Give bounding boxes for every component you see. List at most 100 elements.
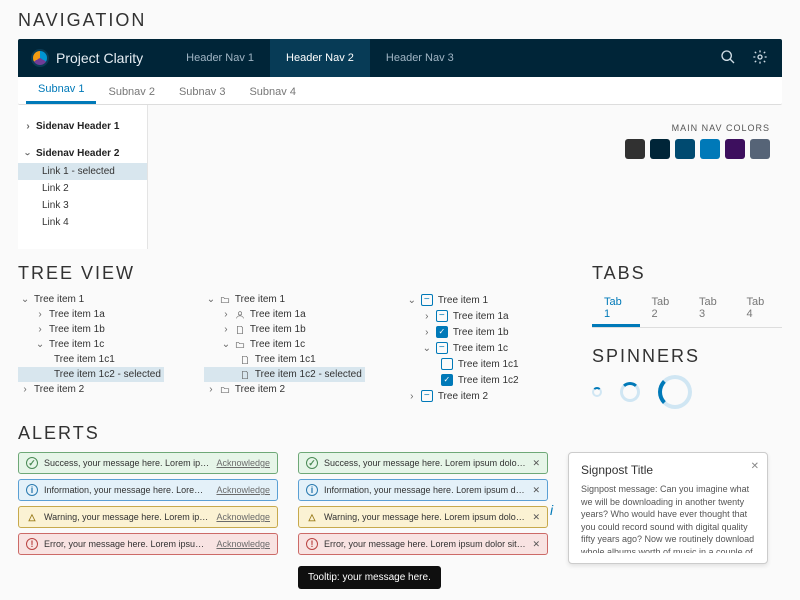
search-icon[interactable] (720, 49, 736, 68)
tree-item[interactable]: ⌄Tree item 1 (405, 292, 522, 308)
tree-item[interactable]: ⌄Tree item 1c (405, 340, 522, 356)
acknowledge-link[interactable]: Acknowledge (216, 485, 270, 495)
warning-triangle-icon: △ (306, 511, 318, 523)
tree-label: Tree item 2 (34, 384, 84, 395)
tree-label: Tree item 1b (250, 324, 306, 335)
folder-icon (220, 295, 230, 305)
alert-message: Error, your message here. Lorem ipsum do… (324, 539, 526, 549)
subnav-tab-1[interactable]: Subnav 1 (26, 77, 96, 104)
check-circle-icon: ✓ (26, 457, 38, 469)
acknowledge-link[interactable]: Acknowledge (216, 539, 270, 549)
tab-4[interactable]: Tab 4 (735, 292, 783, 327)
spinner-small (592, 387, 602, 397)
signpost-trigger-icon[interactable]: i (550, 502, 553, 518)
swatch-2[interactable] (650, 139, 670, 159)
header-tab-2[interactable]: Header Nav 2 (270, 39, 370, 77)
sidenav-link-4[interactable]: Link 4 (18, 214, 147, 231)
tree-item[interactable]: ›Tree item 1b (204, 322, 365, 337)
sidenav-link-2[interactable]: Link 2 (18, 180, 147, 197)
checkbox-indeterminate[interactable] (436, 342, 448, 354)
signpost-title: Signpost Title (581, 463, 755, 477)
checkbox-indeterminate[interactable] (436, 310, 448, 322)
tree-label: Tree item 1c1 (458, 359, 519, 370)
acknowledge-link[interactable]: Acknowledge (216, 512, 270, 522)
tree-label: Tree item 2 (438, 391, 488, 402)
tree-item[interactable]: Tree item 1c2 (405, 372, 522, 388)
sidenav-link-1[interactable]: Link 1 - selected (18, 163, 147, 180)
swatch-6[interactable] (750, 139, 770, 159)
swatch-5[interactable] (725, 139, 745, 159)
tree-item[interactable]: Tree item 1c1 (405, 356, 522, 372)
tree-label: Tree item 1c1 (54, 354, 115, 365)
tree-item[interactable]: ⌄Tree item 1 (204, 292, 365, 307)
folder-icon (220, 385, 230, 395)
tree-item[interactable]: ›Tree item 1a (18, 307, 164, 322)
checkbox-indeterminate[interactable] (421, 294, 433, 306)
swatch-1[interactable] (625, 139, 645, 159)
tree-label: Tree item 2 (235, 384, 285, 395)
tree-item[interactable]: ›Tree item 1b (18, 322, 164, 337)
close-icon[interactable]: ✕ (532, 539, 540, 550)
tab-2[interactable]: Tab 2 (640, 292, 688, 327)
sidenav-link-3[interactable]: Link 3 (18, 197, 147, 214)
tree-label: Tree item 1c (453, 343, 508, 354)
tab-1[interactable]: Tab 1 (592, 292, 640, 327)
checkbox-indeterminate[interactable] (421, 390, 433, 402)
alert-warning: △Warning, your message here. Lorem ipsum… (18, 506, 278, 528)
swatch-3[interactable] (675, 139, 695, 159)
tree-item[interactable]: ›Tree item 2 (18, 382, 164, 397)
subnav: Subnav 1 Subnav 2 Subnav 3 Subnav 4 (18, 77, 782, 105)
tree-item[interactable]: ›Tree item 1a (405, 308, 522, 324)
alert-success: ✓Success, your message here. Lorem ipsum… (18, 452, 278, 474)
tree-label: Tree item 1c2 - selected (255, 369, 362, 380)
header-tab-3[interactable]: Header Nav 3 (370, 39, 470, 77)
close-icon[interactable]: ✕ (532, 458, 540, 469)
alert-message: Error, your message here. Lorem ipsum do… (44, 539, 210, 549)
swatches (625, 139, 770, 159)
brand[interactable]: Project Clarity (18, 49, 156, 67)
checkbox-checked[interactable] (436, 326, 448, 338)
tree-item[interactable]: Tree item 1c1 (18, 352, 164, 367)
tree-item-selected[interactable]: Tree item 1c2 - selected (204, 367, 365, 382)
close-icon[interactable]: ✕ (751, 461, 759, 472)
warning-triangle-icon: △ (26, 511, 38, 523)
close-icon[interactable]: ✕ (532, 485, 540, 496)
checkbox-checked[interactable] (441, 374, 453, 386)
tree-label: Tree item 1c1 (255, 354, 316, 365)
error-circle-icon: ! (26, 538, 38, 550)
subnav-tab-2[interactable]: Subnav 2 (96, 80, 166, 104)
tree-label: Tree item 1a (49, 309, 105, 320)
tree-item[interactable]: ›Tree item 1a (204, 307, 365, 322)
nav-colors-label: MAIN NAV COLORS (672, 123, 770, 133)
check-circle-icon: ✓ (306, 457, 318, 469)
tree-item[interactable]: ›Tree item 2 (405, 388, 522, 404)
tree-label: Tree item 1c (250, 339, 305, 350)
subnav-tab-3[interactable]: Subnav 3 (167, 80, 237, 104)
section-title-alerts: ALERTS (18, 423, 782, 444)
subnav-tab-4[interactable]: Subnav 4 (237, 80, 307, 104)
header-tab-1[interactable]: Header Nav 1 (170, 39, 270, 77)
error-circle-icon: ! (306, 538, 318, 550)
spinner-medium (620, 382, 640, 402)
tree-item[interactable]: Tree item 1c1 (204, 352, 365, 367)
close-icon[interactable]: ✕ (532, 512, 540, 523)
file-icon (240, 355, 250, 365)
tree-item[interactable]: ›Tree item 1b (405, 324, 522, 340)
tab-3[interactable]: Tab 3 (687, 292, 735, 327)
brand-title: Project Clarity (56, 50, 143, 66)
section-title-tree: TREE VIEW (18, 263, 572, 284)
checkbox-unchecked[interactable] (441, 358, 453, 370)
tree-label: Tree item 1c (49, 339, 104, 350)
tree-item[interactable]: ›Tree item 2 (204, 382, 365, 397)
tree-item[interactable]: ⌄Tree item 1c (18, 337, 164, 352)
sidenav-group-2[interactable]: › Sidenav Header 2 (18, 144, 147, 163)
tree-item-selected[interactable]: Tree item 1c2 - selected (18, 367, 164, 382)
tree-label: Tree item 1b (453, 327, 509, 338)
tree-item[interactable]: ⌄Tree item 1 (18, 292, 164, 307)
acknowledge-link[interactable]: Acknowledge (216, 458, 270, 468)
gear-icon[interactable] (752, 49, 768, 68)
sidenav-group-1[interactable]: › Sidenav Header 1 (18, 117, 147, 136)
tree-item[interactable]: ⌄Tree item 1c (204, 337, 365, 352)
tree-label: Tree item 1c2 - selected (54, 369, 161, 380)
swatch-4[interactable] (700, 139, 720, 159)
